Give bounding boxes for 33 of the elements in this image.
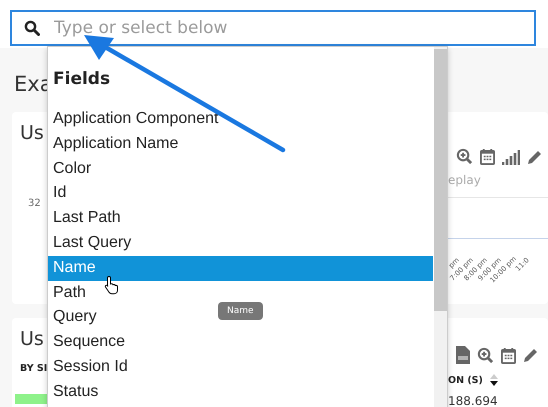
bar-chart-icon[interactable]	[502, 148, 520, 164]
dropdown-item[interactable]: Application Component	[48, 107, 218, 132]
dropdown-item[interactable]: Id	[48, 181, 66, 206]
calendar-icon[interactable]	[501, 346, 516, 364]
dropdown-item[interactable]: Status	[48, 380, 98, 405]
calendar-icon[interactable]	[480, 148, 495, 165]
hand-cursor-icon	[104, 275, 120, 295]
column-header[interactable]: BY SI	[20, 363, 49, 374]
column-header[interactable]: ON (S)	[448, 374, 483, 386]
card-title: Us	[20, 122, 44, 144]
dropdown-item[interactable]: Sequence	[48, 330, 126, 355]
dropdown-item[interactable]: Color	[48, 156, 92, 182]
dropdown-item[interactable]: Last Query	[48, 230, 132, 256]
bar-fill	[15, 394, 49, 404]
pencil-icon[interactable]	[527, 148, 543, 164]
dropdown-heading: Fields	[52, 68, 112, 91]
zoom-in-icon[interactable]	[477, 346, 494, 364]
dropdown-item[interactable]: Last Path	[48, 206, 121, 231]
dropdown-item[interactable]: Application Name	[48, 132, 178, 157]
dropdown-item[interactable]: Path	[48, 280, 86, 306]
sort-icon[interactable]	[488, 373, 499, 387]
scrollbar[interactable]	[434, 47, 447, 407]
csv-file-icon[interactable]	[456, 346, 470, 364]
zoom-in-icon[interactable]	[456, 148, 473, 165]
table-cell-text: 188.694	[448, 394, 499, 407]
axis-label: 32	[28, 198, 42, 209]
chart-subtitle: eplay	[448, 173, 482, 187]
dropdown-item[interactable]: Query	[48, 305, 97, 330]
tooltip: Name	[218, 302, 263, 320]
pencil-icon[interactable]	[523, 347, 539, 363]
dropdown-item[interactable]: Session Id	[48, 354, 128, 380]
card-title: Us	[20, 328, 45, 350]
search-field[interactable]: Type or select below	[10, 10, 536, 46]
